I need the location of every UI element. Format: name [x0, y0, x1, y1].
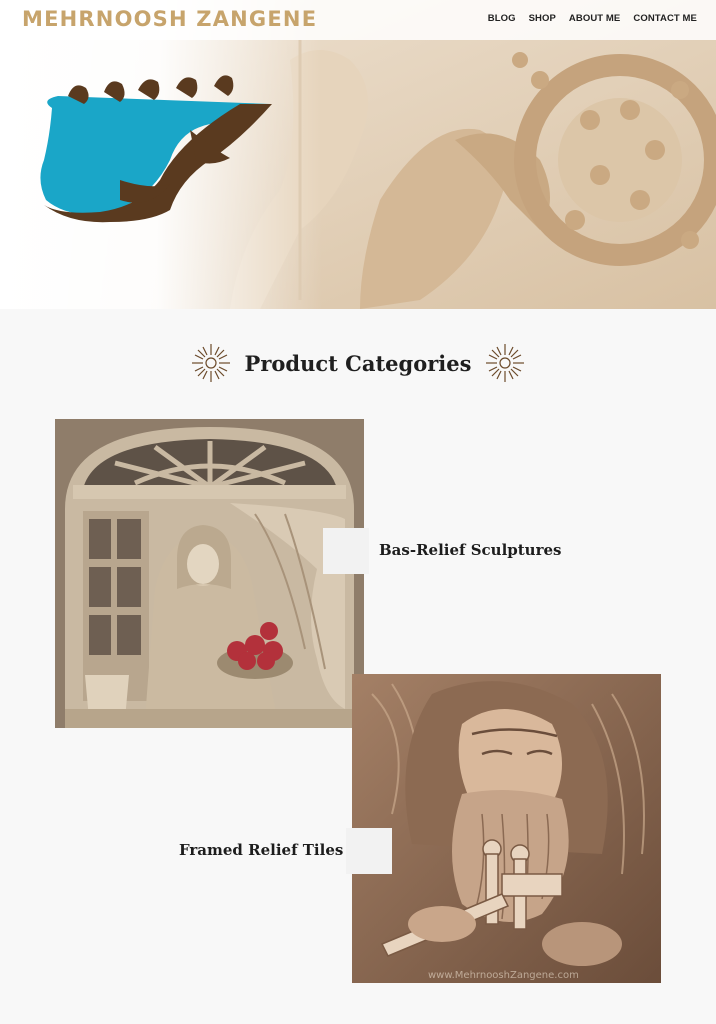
section-title: Product Categories: [244, 350, 472, 376]
label-accent-box: [323, 528, 369, 574]
main-nav: BLOG SHOP ABOUT ME CONTACT ME: [488, 13, 697, 24]
nav-contact-me[interactable]: CONTACT ME: [633, 13, 697, 24]
old-man-playing-instrument-relief-image: www.MehrnooshZangene.com: [352, 674, 661, 983]
brand-logo-link[interactable]: MEHRNOOSH ZANGENE: [22, 7, 317, 31]
sun-sparkle-icon: [486, 344, 525, 382]
category-image-bas-relief[interactable]: [55, 419, 364, 728]
nav-about-me[interactable]: ABOUT ME: [569, 13, 620, 24]
watermark-text: www.MehrnooshZangene.com: [428, 970, 579, 981]
product-categories-heading: Product Categories: [0, 340, 716, 386]
sun-sparkle-icon: [191, 344, 230, 382]
category-link-bas-relief[interactable]: Bas-Relief Sculptures: [379, 541, 561, 559]
hero-banner: [0, 0, 716, 309]
woman-at-window-relief-image: [55, 419, 364, 728]
hero-relief-image: [0, 0, 716, 309]
nav-blog[interactable]: BLOG: [488, 13, 516, 24]
nav-shop[interactable]: SHOP: [529, 13, 556, 24]
site-header: MEHRNOOSH ZANGENE BLOG SHOP ABOUT ME CON…: [0, 0, 716, 40]
category-link-framed-tiles[interactable]: Framed Relief Tiles: [179, 841, 343, 859]
category-image-framed-tiles[interactable]: www.MehrnooshZangene.com: [352, 674, 661, 983]
label-accent-box: [346, 828, 392, 874]
